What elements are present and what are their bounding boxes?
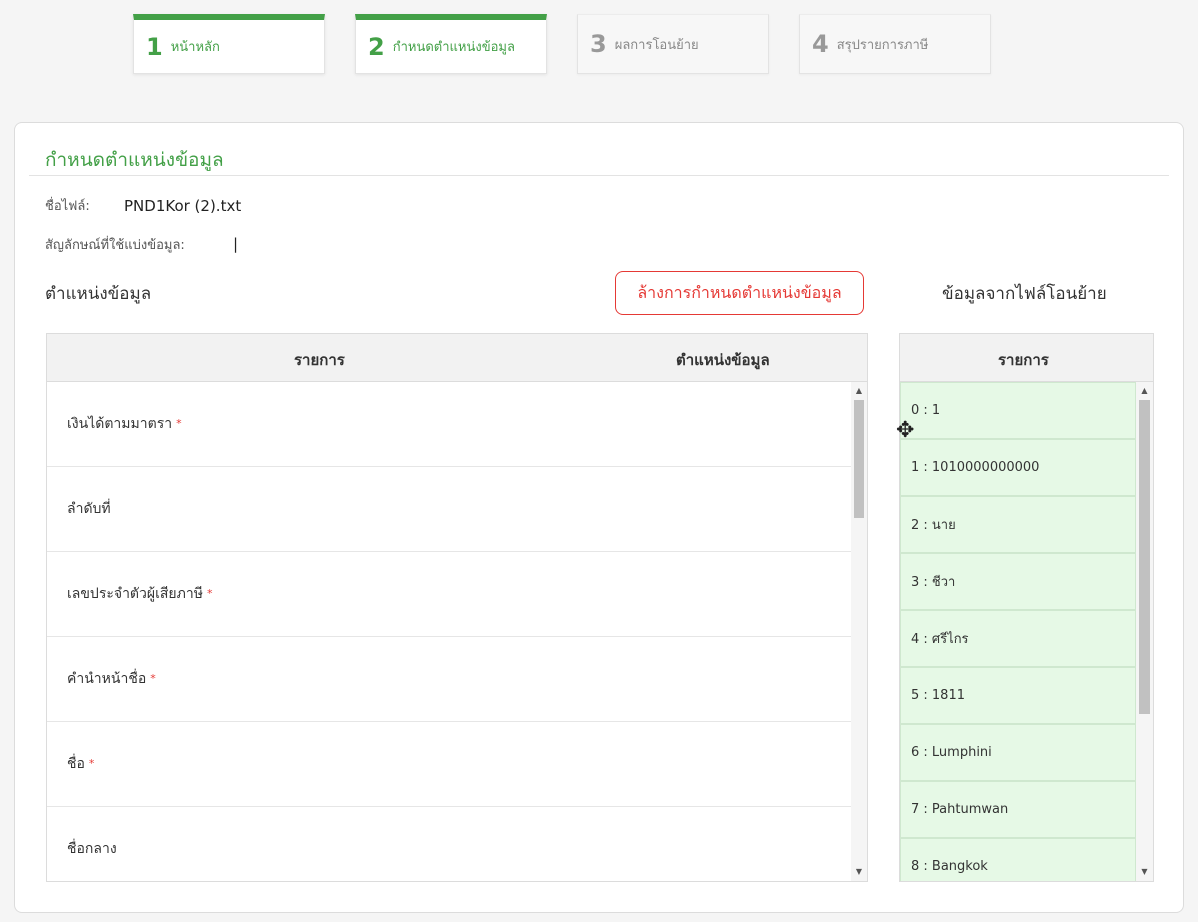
step-2[interactable]: 2 กำหนดตำแหน่งข้อมูล — [355, 14, 547, 74]
required-marker: * — [176, 416, 182, 430]
mapping-table: รายการ ตำแหน่งข้อมูล เงินได้ตามมาตรา * ล… — [46, 333, 868, 882]
arrow-up-icon[interactable]: ▲ — [851, 384, 867, 398]
table-row[interactable]: เงินได้ตามมาตรา * — [47, 382, 851, 467]
wizard-stepper: 1 หน้าหลัก 2 กำหนดตำแหน่งข้อมูล 3 ผลการโ… — [133, 14, 991, 74]
required-marker: * — [88, 756, 95, 770]
table-row[interactable]: ลำดับที่ — [47, 467, 851, 552]
step-number: 1 — [146, 32, 163, 61]
row-label: ลำดับที่ — [67, 501, 111, 517]
delimiter-value: | — [233, 235, 239, 253]
scrollbar-thumb[interactable] — [1139, 400, 1150, 714]
scrollbar-thumb[interactable] — [854, 400, 864, 518]
step-3[interactable]: 3 ผลการโอนย้าย — [577, 14, 769, 74]
row-label: เลขประจำตัวผู้เสียภาษี — [67, 586, 203, 602]
mapping-table-scrollbar[interactable]: ▲ ▼ — [851, 382, 867, 881]
step-number: 4 — [812, 30, 829, 58]
source-table-body: 0 : 1 1 : 1010000000000 2 : นาย 3 : ชีวา… — [900, 382, 1136, 881]
source-item[interactable]: 3 : ชีวา — [900, 553, 1136, 610]
source-item[interactable]: 2 : นาย — [900, 496, 1136, 553]
table-row[interactable]: ชื่อกลาง — [47, 807, 851, 881]
row-label: เงินได้ตามมาตรา — [67, 416, 173, 432]
source-item[interactable]: 0 : 1 — [900, 382, 1136, 439]
step-label: สรุปรายการภาษี — [836, 37, 929, 53]
table-row[interactable]: คำนำหน้าชื่อ * — [47, 637, 851, 722]
arrow-down-icon[interactable]: ▼ — [1136, 865, 1153, 879]
source-data-table: รายการ 0 : 1 1 : 1010000000000 2 : นาย 3… — [899, 333, 1154, 882]
source-item[interactable]: 7 : Pahtumwan — [900, 781, 1136, 838]
arrow-down-icon[interactable]: ▼ — [851, 865, 867, 879]
table-row[interactable]: เลขประจำตัวผู้เสียภาษี * — [47, 552, 851, 637]
step-label: กำหนดตำแหน่งข้อมูล — [392, 40, 515, 55]
step-4[interactable]: 4 สรุปรายการภาษี — [799, 14, 991, 74]
source-item[interactable]: 1 : 1010000000000 — [900, 439, 1136, 496]
card-divider — [29, 175, 1169, 176]
file-name-value: PND1Kor (2).txt — [124, 197, 242, 215]
move-cursor-icon: ✥ — [896, 418, 915, 443]
step-label: ผลการโอนย้าย — [614, 37, 699, 53]
row-label: คำนำหน้าชื่อ — [67, 671, 147, 687]
table-row[interactable]: ชื่อ * — [47, 722, 851, 807]
mapping-table-header: รายการ ตำแหน่งข้อมูล — [47, 334, 867, 382]
source-item[interactable]: 8 : Bangkok — [900, 838, 1136, 881]
source-item[interactable]: 5 : 1811 — [900, 667, 1136, 724]
positions-title: ตำแหน่งข้อมูล — [45, 284, 152, 304]
column-header-item: รายการ — [294, 351, 345, 369]
mapping-card: กำหนดตำแหน่งข้อมูล ชื่อไฟล์: PND1Kor (2)… — [14, 122, 1184, 913]
step-label: หน้าหลัก — [170, 40, 220, 55]
row-label: ชื่อ — [67, 756, 85, 772]
file-name-label: ชื่อไฟล์: — [45, 199, 90, 214]
column-header-item: รายการ — [998, 351, 1049, 369]
source-table-header: รายการ — [900, 334, 1153, 382]
delimiter-label: สัญลักษณ์ที่ใช้แบ่งข้อมูล: — [45, 238, 185, 253]
source-table-scrollbar[interactable]: ▲ ▼ — [1136, 382, 1153, 881]
source-data-title: ข้อมูลจากไฟล์โอนย้าย — [942, 284, 1107, 304]
step-number: 2 — [368, 32, 385, 61]
source-item[interactable]: 4 : ศรีไกร — [900, 610, 1136, 667]
clear-mapping-button[interactable]: ล้างการกำหนดตำแหน่งข้อมูล — [615, 271, 864, 315]
mapping-table-body: เงินได้ตามมาตรา * ลำดับที่ เลขประจำตัวผู… — [47, 382, 851, 881]
required-marker: * — [150, 671, 156, 685]
column-header-position: ตำแหน่งข้อมูล — [676, 351, 770, 369]
step-1[interactable]: 1 หน้าหลัก — [133, 14, 325, 74]
card-title: กำหนดตำแหน่งข้อมูล — [45, 149, 224, 171]
source-item[interactable]: 6 : Lumphini — [900, 724, 1136, 781]
row-label: ชื่อกลาง — [67, 841, 117, 857]
step-number: 3 — [590, 30, 607, 58]
arrow-up-icon[interactable]: ▲ — [1136, 384, 1153, 398]
required-marker: * — [206, 586, 213, 600]
